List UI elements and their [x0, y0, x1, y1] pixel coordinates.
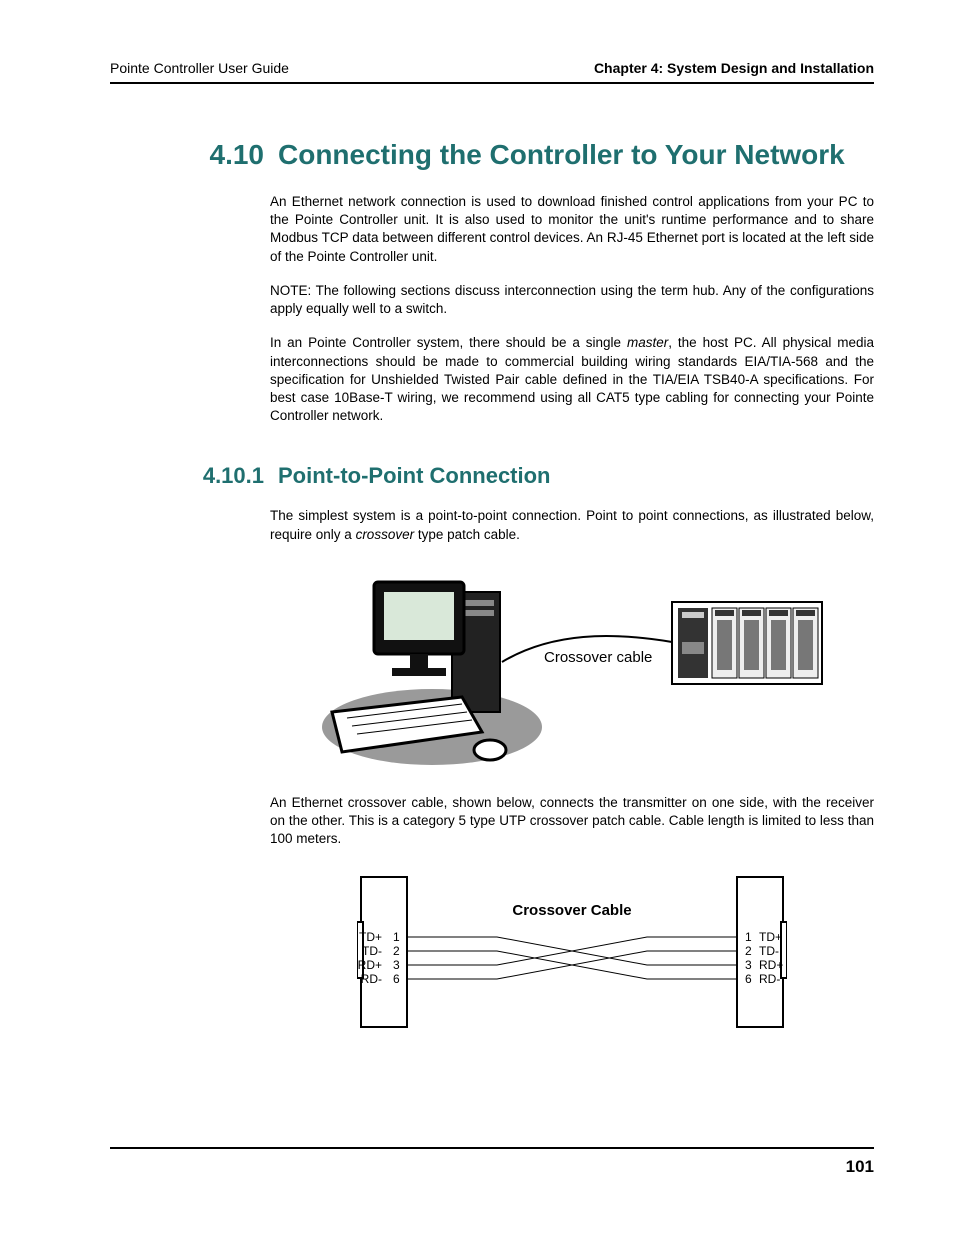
diagram-pc-to-controller-icon: Crossover cable — [312, 562, 832, 772]
figure-label: Crossover cable — [544, 649, 652, 666]
figure-crossover-pinout: Crossover Cable TD+ TD- RD+ RD- 1 2 3 6 … — [270, 867, 874, 1037]
text-emphasis: master — [627, 335, 668, 350]
svg-text:1: 1 — [745, 930, 752, 944]
svg-text:2: 2 — [745, 944, 752, 958]
diagram-crossover-cable-icon: Crossover Cable TD+ TD- RD+ RD- 1 2 3 6 … — [357, 867, 787, 1037]
text-run: type patch cable. — [414, 527, 520, 542]
svg-text:2: 2 — [393, 944, 400, 958]
header-chapter-title: Chapter 4: System Design and Installatio… — [594, 60, 874, 76]
svg-text:3: 3 — [745, 958, 752, 972]
subsection-title: Point-to-Point Connection — [278, 463, 551, 488]
paragraph-note: NOTE: The following sections discuss int… — [270, 282, 874, 318]
svg-text:6: 6 — [393, 972, 400, 986]
section-heading: 4.10 Connecting the Controller to Your Ne… — [202, 139, 874, 171]
svg-text:1: 1 — [393, 930, 400, 944]
running-header: Pointe Controller User Guide Chapter 4: … — [110, 60, 874, 84]
svg-text:RD-: RD- — [759, 972, 780, 986]
svg-text:6: 6 — [745, 972, 752, 986]
svg-text:TD-: TD- — [759, 944, 779, 958]
page: Pointe Controller User Guide Chapter 4: … — [0, 0, 954, 1235]
header-guide-title: Pointe Controller User Guide — [110, 60, 289, 76]
text-run: In an Pointe Controller system, there sh… — [270, 335, 627, 350]
svg-text:TD-: TD- — [362, 944, 382, 958]
subsection-number: 4.10.1 — [202, 463, 264, 489]
section-title: Connecting the Controller to Your Networ… — [278, 139, 845, 170]
svg-text:RD+: RD+ — [358, 958, 382, 972]
svg-text:3: 3 — [393, 958, 400, 972]
subsection-heading: 4.10.1 Point-to-Point Connection — [202, 463, 874, 489]
paragraph: In an Pointe Controller system, there sh… — [270, 334, 874, 425]
svg-text:TD+: TD+ — [759, 930, 782, 944]
figure-point-to-point: Crossover cable — [270, 562, 874, 772]
page-number: 101 — [846, 1157, 874, 1177]
footer-rule — [110, 1147, 874, 1149]
text-emphasis: crossover — [356, 527, 415, 542]
paragraph: The simplest system is a point-to-point … — [270, 507, 874, 543]
section-number: 4.10 — [202, 139, 264, 171]
svg-text:RD-: RD- — [361, 972, 382, 986]
paragraph: An Ethernet network connection is used t… — [270, 193, 874, 266]
svg-text:RD+: RD+ — [759, 958, 783, 972]
paragraph: An Ethernet crossover cable, shown below… — [270, 794, 874, 849]
figure2-title: Crossover Cable — [512, 902, 631, 919]
body-column: 4.10Connecting the Controller to Your Ne… — [270, 139, 874, 1037]
svg-text:TD+: TD+ — [359, 930, 382, 944]
